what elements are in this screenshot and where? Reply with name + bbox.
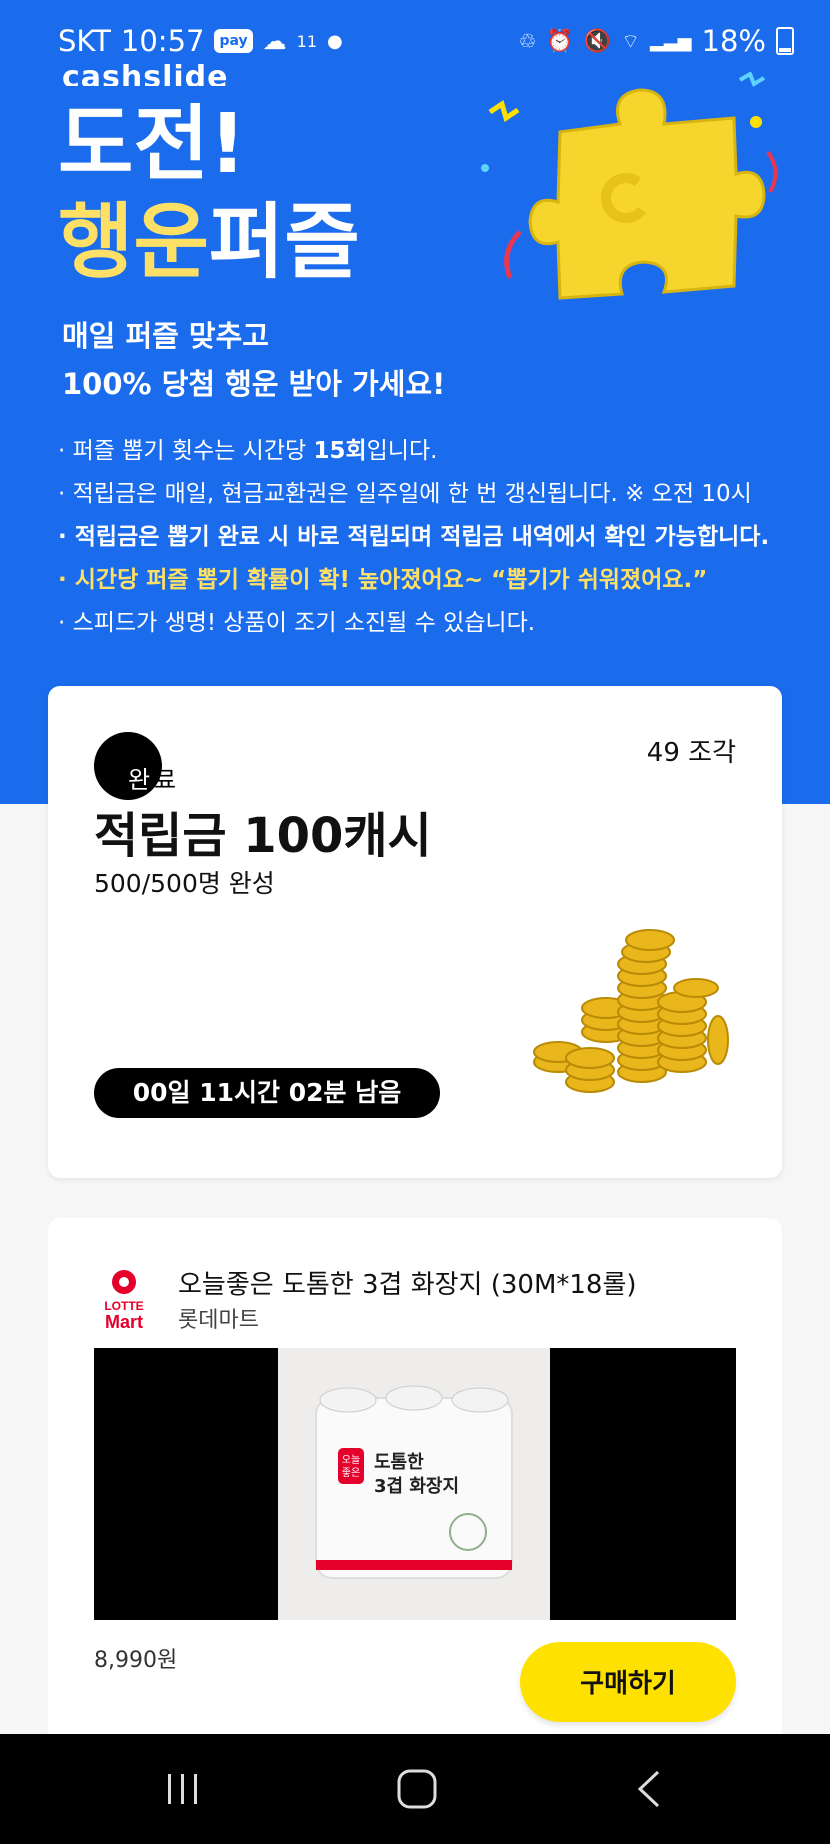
rules-list: · 퍼즐 뽑기 횟수는 시간당 15회입니다. · 적립금은 매일, 현금교환권… (58, 430, 818, 645)
hero-title-highlight: 행운 (58, 195, 209, 290)
home-icon[interactable] (382, 1764, 452, 1814)
toilet-paper-photo: 오늘 좋은 도톰한 3겹 화장지 (278, 1348, 550, 1620)
rule-item-highlight: · 시간당 퍼즐 뽑기 확률이 확! 높아졌어요~ “뽑기가 쉬워졌어요.” (58, 567, 708, 593)
battery-saver-icon: ♲ (518, 29, 537, 53)
hero-subtitle-line2: 100% 당첨 행운 받아 가세요! (62, 367, 446, 401)
rule-item: · 퍼즐 뽑기 횟수는 시간당 15회입니다. (58, 438, 438, 464)
svg-text:3겹 화장지: 3겹 화장지 (374, 1476, 459, 1497)
system-nav-bar (0, 1734, 830, 1844)
seller-name: 롯데마트 (178, 1308, 259, 1333)
toilet-paper-pack-icon: 오늘 좋은 도톰한 3겹 화장지 (315, 1385, 513, 1579)
mute-icon: 🔇 (583, 28, 612, 54)
battery-level: 18% (701, 24, 766, 58)
completion-progress: 500/500명 완성 (94, 869, 275, 898)
dot-icon: ● (327, 30, 343, 52)
hero-subtitle-line1: 매일 퍼즐 맞추고 (62, 319, 269, 353)
product-image[interactable]: 오늘 좋은 도톰한 3겹 화장지 (94, 1348, 736, 1620)
signal-icon: ▂▃▅ (650, 30, 692, 52)
carrier-label: SKT (58, 24, 111, 58)
hero-title-line2: 행운퍼즐 (58, 198, 360, 288)
rule-item: · 스피드가 생명! 상품이 조기 소진될 수 있습니다. (58, 610, 536, 636)
svg-text:도톰한: 도톰한 (374, 1452, 424, 1473)
hero-title-line1: 도전! (58, 97, 247, 192)
svg-text:오늘: 오늘 (342, 1454, 360, 1466)
svg-text:Mart: Mart (105, 1312, 143, 1332)
completed-label-a: 완 (128, 766, 151, 794)
clock: 10:57 (120, 24, 205, 58)
pay-icon: pay (214, 29, 253, 53)
wifi-icon: ⌔ (621, 28, 640, 53)
alarm-icon: ⏰ (546, 28, 574, 54)
notification-count: 11 (296, 31, 317, 51)
time-remaining: 00일 11시간 02분 남음 (94, 1068, 440, 1118)
reward-title: 적립금 100캐시 (94, 808, 432, 864)
back-icon[interactable] (614, 1764, 684, 1814)
brand-logo: cashslide (62, 60, 229, 86)
rule-item: · 적립금은 뽑기 완료 시 바로 적립되며 적립금 내역에서 확인 가능합니다… (58, 524, 770, 550)
product-price: 8,990원 (94, 1648, 178, 1673)
completed-label-b: 료 (154, 766, 177, 794)
hero-title-rest: 퍼즐 (208, 195, 360, 290)
reward-card[interactable]: 완 료 49 조각 적립금 100캐시 500/500명 완성 00일 11시간… (48, 686, 782, 1178)
rule-item: · 적립금은 매일, 현금교환권은 일주일에 한 번 갱신됩니다. ※ 오전 1… (58, 481, 752, 507)
chat-icon: ☁ (262, 27, 287, 55)
buy-button[interactable]: 구매하기 (520, 1642, 736, 1722)
hero-subtitle: 매일 퍼즐 맞추고 100% 당첨 행운 받아 가세요! (62, 312, 445, 408)
puzzle-piece-icon (481, 72, 778, 300)
hero-banner: SKT 10:57 pay ☁ 11 ● ♲ ⏰ 🔇 ⌔ ▂▃▅ 18% cas… (0, 0, 830, 804)
pieces-count: 49 조각 (646, 738, 736, 768)
battery-icon (776, 27, 794, 55)
gold-coins-image (533, 929, 729, 1093)
product-name[interactable]: 오늘좋은 도톰한 3겹 화장지 (30M*18롤) (178, 1264, 637, 1301)
svg-text:좋은: 좋은 (342, 1467, 360, 1479)
recents-icon[interactable] (148, 1764, 218, 1814)
svg-text:LOTTE: LOTTE (104, 1299, 143, 1313)
lotte-mart-logo: LOTTE Mart (104, 1270, 144, 1332)
